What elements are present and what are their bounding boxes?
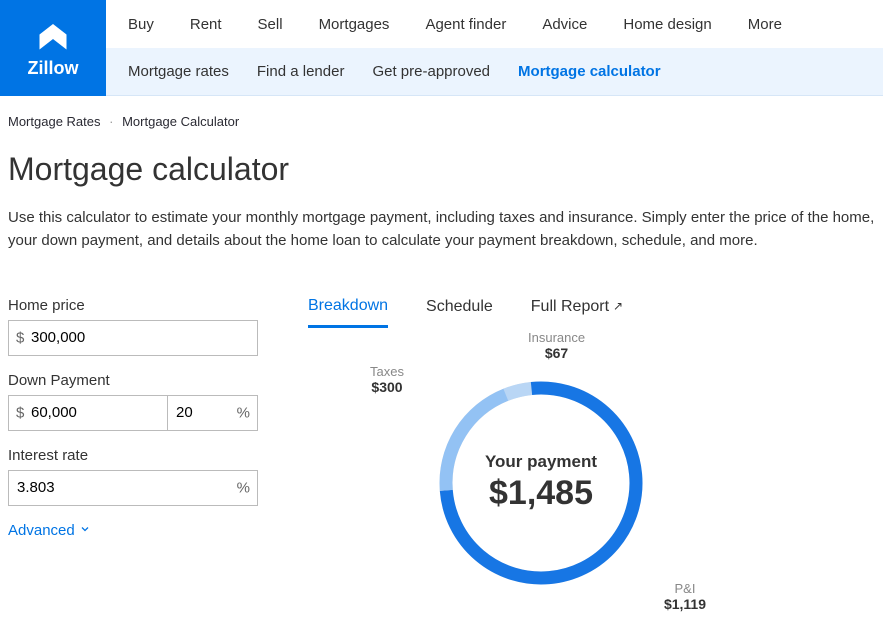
interest-rate-input[interactable] — [8, 470, 258, 506]
nav-item[interactable]: Buy — [128, 16, 154, 33]
breadcrumb-separator: · — [109, 114, 113, 129]
nav-item[interactable]: Mortgages — [319, 16, 390, 33]
donut-center-amount: $1,485 — [489, 474, 593, 513]
percent-icon: % — [237, 404, 250, 421]
donut-center-label: Your payment — [485, 452, 597, 472]
segment-label-taxes: Taxes $300 — [370, 364, 404, 395]
segment-label-insurance: Insurance $67 — [528, 330, 585, 361]
down-payment-label: Down Payment — [8, 372, 258, 389]
payment-donut-chart: Your payment $1,485 P&I $1,119 — [428, 370, 654, 596]
breadcrumb-link[interactable]: Mortgage Calculator — [122, 114, 239, 129]
tabs: Breakdown Schedule Full Report↗ — [308, 297, 875, 328]
subnav-item[interactable]: Mortgage calculator — [518, 63, 661, 80]
segment-label-pi: P&I $1,119 — [664, 581, 706, 612]
advanced-toggle[interactable]: Advanced — [8, 522, 91, 539]
nav-item[interactable]: More — [748, 16, 782, 33]
nav-item[interactable]: Rent — [190, 16, 222, 33]
subnav-item[interactable]: Find a lender — [257, 63, 345, 80]
subnav-item[interactable]: Mortgage rates — [128, 63, 229, 80]
nav-item[interactable]: Advice — [542, 16, 587, 33]
dollar-icon: $ — [16, 329, 24, 346]
advanced-label: Advanced — [8, 522, 75, 539]
breadcrumb: Mortgage Rates · Mortgage Calculator — [8, 114, 875, 129]
page-title: Mortgage calculator — [8, 151, 875, 188]
interest-rate-label: Interest rate — [8, 447, 258, 464]
tab-full-report[interactable]: Full Report↗ — [531, 298, 623, 326]
calculator-form: Home price $ Down Payment $ — [8, 297, 258, 596]
zillow-logo[interactable]: Zillow — [0, 0, 106, 96]
tab-breakdown[interactable]: Breakdown — [308, 297, 388, 328]
nav-item[interactable]: Agent finder — [425, 16, 506, 33]
dollar-icon: $ — [16, 404, 24, 421]
external-link-icon: ↗ — [613, 299, 623, 313]
percent-icon: % — [237, 479, 250, 496]
tab-schedule[interactable]: Schedule — [426, 298, 493, 326]
home-price-input[interactable] — [8, 320, 258, 356]
nav-item[interactable]: Home design — [623, 16, 711, 33]
chevron-down-icon — [79, 522, 91, 539]
nav-item[interactable]: Sell — [258, 16, 283, 33]
breadcrumb-link[interactable]: Mortgage Rates — [8, 114, 101, 129]
home-price-label: Home price — [8, 297, 258, 314]
down-payment-input[interactable] — [8, 395, 168, 431]
subnav-item[interactable]: Get pre-approved — [372, 63, 490, 80]
intro-text: Use this calculator to estimate your mon… — [8, 206, 875, 253]
